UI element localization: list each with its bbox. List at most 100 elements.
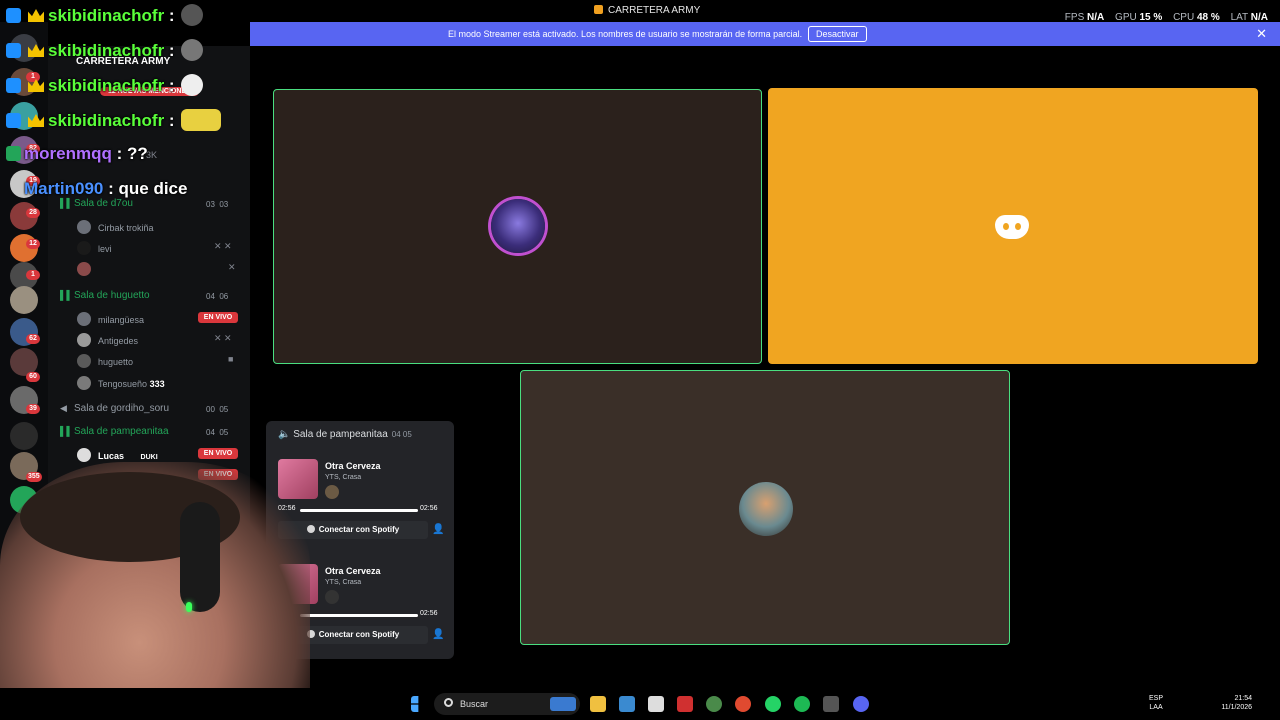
headset-icon bbox=[180, 502, 220, 612]
muted-icon: ✕ ✕ bbox=[214, 333, 232, 343]
progress-bar bbox=[300, 509, 418, 512]
app-title-text: CARRETERA ARMY bbox=[608, 5, 701, 16]
chat-message: skibidinachofr : bbox=[6, 39, 203, 61]
search-icon bbox=[444, 698, 453, 707]
voice-channel-gordiho[interactable]: ◀ Sala de gordiho_soru bbox=[60, 403, 169, 414]
windows-start-icon[interactable] bbox=[411, 696, 419, 712]
emote-icon bbox=[180, 4, 203, 26]
song-artist: YTS, Crasa bbox=[325, 579, 362, 586]
voice-member[interactable]: Lucas DUKI bbox=[77, 448, 158, 462]
avatar bbox=[77, 354, 91, 368]
disable-streamer-button[interactable]: Desactivar bbox=[808, 26, 867, 42]
clock[interactable]: 21:54 11/1/2026 bbox=[1212, 694, 1252, 712]
speaker-icon: ◀ bbox=[60, 403, 67, 413]
muted-icon: ✕ bbox=[228, 262, 236, 272]
unread-badge: 62 bbox=[26, 334, 40, 344]
avatar bbox=[77, 376, 91, 390]
chat-badge-icon bbox=[6, 43, 21, 58]
discord-icon bbox=[995, 215, 1029, 239]
discord-icon[interactable] bbox=[853, 696, 869, 712]
chat-badge-icon bbox=[6, 8, 21, 23]
streamer-mode-banner: El modo Streamer está activado. Los nomb… bbox=[250, 22, 1280, 46]
crown-icon bbox=[28, 9, 44, 22]
avatar bbox=[77, 333, 91, 347]
search-highlight-icon bbox=[550, 697, 576, 711]
emote-icon bbox=[180, 39, 203, 61]
total-time: 02:56 bbox=[420, 610, 438, 617]
crown-icon bbox=[28, 114, 44, 127]
search-label: Buscar bbox=[460, 699, 489, 709]
avatar bbox=[77, 241, 91, 255]
channel-name: Sala de d7ou bbox=[74, 198, 133, 209]
voice-member[interactable]: milangüesa bbox=[77, 312, 144, 326]
avatar bbox=[77, 312, 91, 326]
live-badge: EN VIVO bbox=[198, 312, 238, 323]
channel-name: Sala de gordiho_soru bbox=[74, 403, 170, 414]
channel-count: 04 05 bbox=[206, 428, 229, 437]
unread-badge: 1 bbox=[26, 270, 40, 280]
voice-member[interactable] bbox=[77, 262, 98, 276]
voice-active-icon: ▌▌ bbox=[60, 198, 73, 208]
language-indicator[interactable]: ESP LAA bbox=[1149, 694, 1163, 712]
voice-channel-d7ou[interactable]: ▌▌Sala de d7ou bbox=[60, 198, 133, 209]
chrome-icon[interactable] bbox=[735, 696, 751, 712]
emote-icon bbox=[180, 74, 203, 96]
chat-badge-icon bbox=[6, 78, 21, 93]
avatar bbox=[325, 485, 339, 499]
app-title: CARRETERA ARMY bbox=[594, 5, 700, 16]
taskbar: Buscar ESP LAA 21:54 11/1/2026 bbox=[0, 688, 1280, 720]
chat-message: skibidinachofr : bbox=[6, 109, 221, 131]
song-title: Otra Cerveza bbox=[325, 461, 381, 471]
channel-count: 00 05 bbox=[206, 405, 229, 414]
headset-led bbox=[186, 602, 192, 612]
voice-member[interactable]: Antigedes bbox=[77, 333, 138, 347]
chat-badge-icon bbox=[6, 113, 21, 128]
chat-message: skibidinachofr : bbox=[6, 74, 203, 96]
voice-member[interactable]: huguetto bbox=[77, 354, 133, 368]
avatar bbox=[77, 220, 91, 234]
video-tile[interactable] bbox=[768, 88, 1258, 364]
steam-icon[interactable] bbox=[823, 696, 839, 712]
voice-member[interactable]: levi bbox=[77, 241, 112, 255]
office-icon[interactable] bbox=[619, 696, 635, 712]
video-tile[interactable] bbox=[273, 89, 762, 364]
avatar bbox=[739, 482, 793, 536]
voice-member[interactable]: Cirbak trokiña bbox=[77, 220, 154, 234]
spotify-icon[interactable] bbox=[794, 696, 810, 712]
muted-icon: ✕ ✕ bbox=[214, 241, 232, 251]
lucas-tag: DUKI bbox=[140, 454, 158, 461]
file-explorer-icon[interactable] bbox=[590, 696, 606, 712]
song-title: Otra Cerveza bbox=[325, 566, 381, 576]
popup-header: 🔈 Sala de pampeanitaa 04 05 bbox=[278, 429, 412, 440]
store-icon[interactable] bbox=[648, 696, 664, 712]
close-icon[interactable]: ✕ bbox=[1256, 26, 1267, 42]
channel-name: Sala de huguetto bbox=[74, 290, 150, 301]
unread-badge: 60 bbox=[26, 372, 40, 382]
video-tile[interactable] bbox=[520, 370, 1010, 645]
unread-badge: 39 bbox=[26, 404, 40, 414]
speaker-icon: 🔈 bbox=[278, 429, 291, 440]
voice-member[interactable]: Tengosueño 333 bbox=[77, 376, 165, 390]
voice-channel-pampeanitaa[interactable]: ▌▌Sala de pampeanitaa bbox=[60, 426, 169, 437]
whatsapp-icon[interactable] bbox=[765, 696, 781, 712]
total-time: 02:56 bbox=[420, 505, 438, 512]
avatar bbox=[77, 448, 91, 462]
chrome-icon[interactable] bbox=[706, 696, 722, 712]
chat-message: skibidinachofr : bbox=[6, 4, 203, 26]
app-icon[interactable] bbox=[677, 696, 693, 712]
unread-badge: 12 bbox=[26, 239, 40, 249]
add-friend-icon[interactable]: 👤 bbox=[432, 524, 444, 535]
chat-badge-icon bbox=[6, 146, 21, 161]
server-icon[interactable] bbox=[10, 286, 38, 314]
taskbar-search[interactable]: Buscar bbox=[434, 693, 580, 715]
unread-badge: 28 bbox=[26, 208, 40, 218]
add-friend-icon[interactable]: 👤 bbox=[432, 629, 444, 640]
server-icon[interactable] bbox=[10, 422, 38, 450]
avatar bbox=[491, 199, 545, 253]
channel-count: 03 03 bbox=[206, 200, 229, 209]
voice-active-icon: ▌▌ bbox=[60, 290, 73, 300]
camera-icon: ■ bbox=[228, 354, 234, 364]
crown-icon bbox=[28, 44, 44, 57]
live-badge: EN VIVO bbox=[198, 448, 238, 459]
voice-channel-huguetto[interactable]: ▌▌Sala de huguetto bbox=[60, 290, 150, 301]
